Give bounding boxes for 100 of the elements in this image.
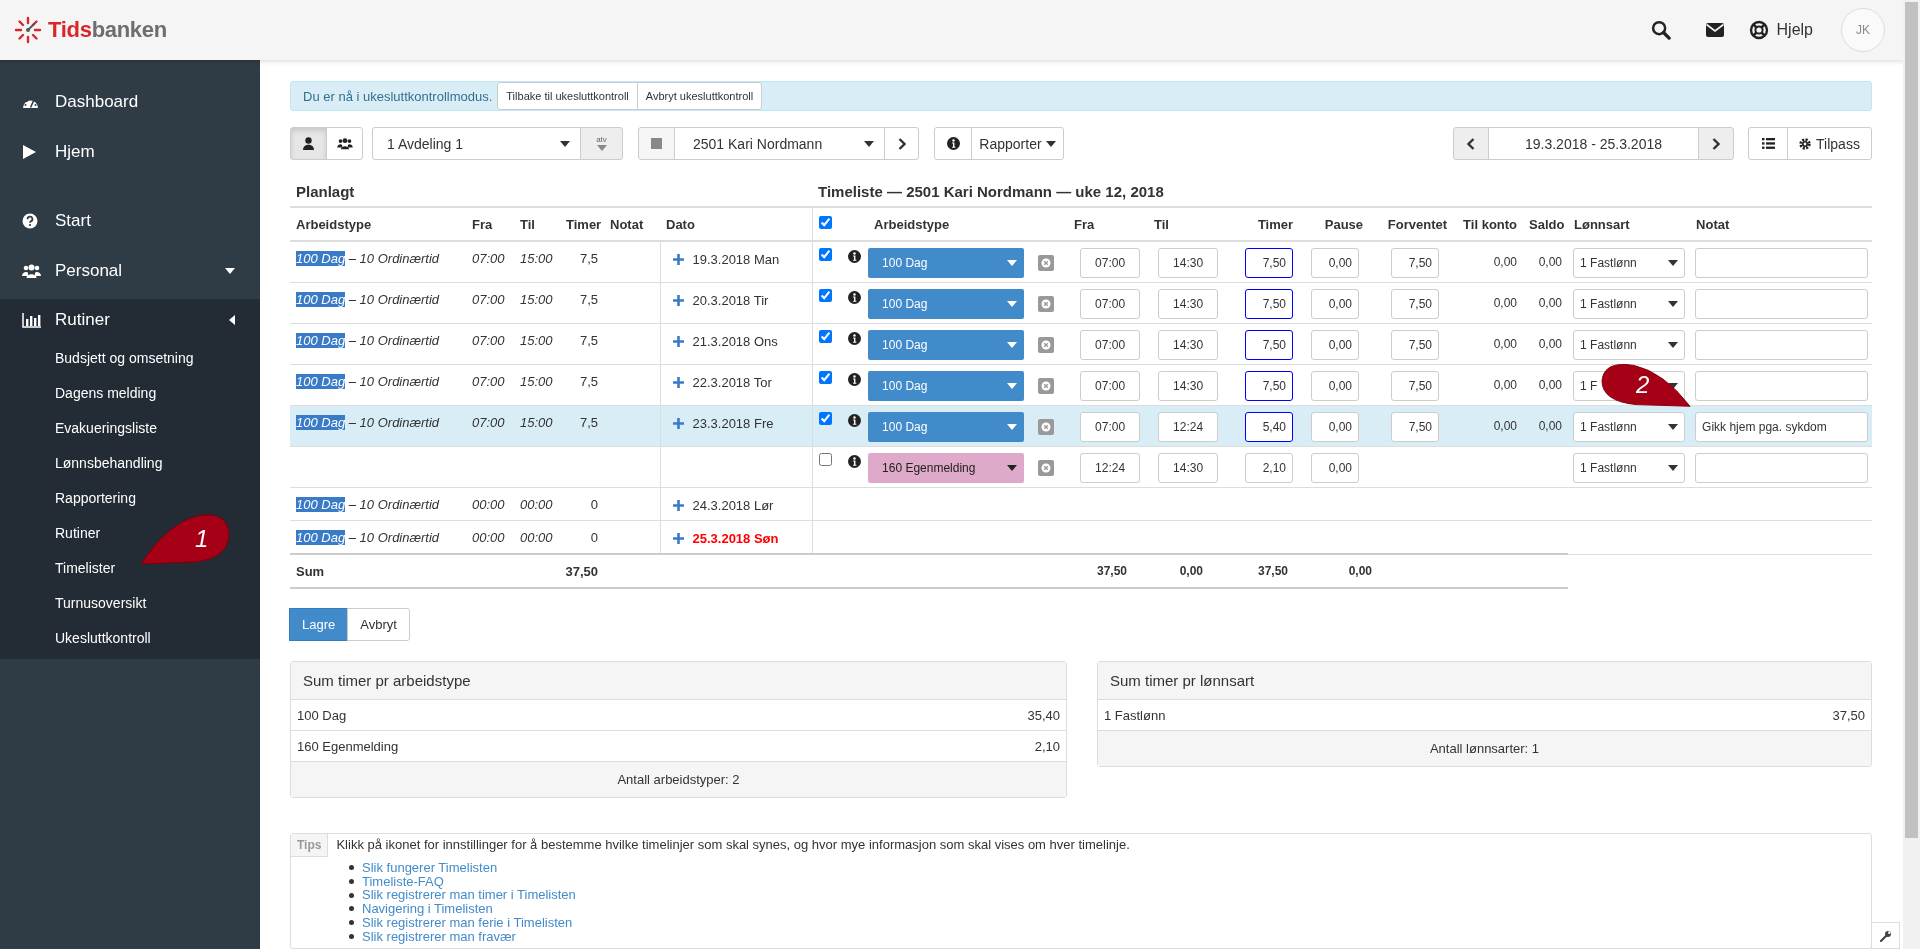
alert-button[interactable]: Tilbake til ukesluttkontroll (497, 82, 638, 110)
hours-field[interactable]: 7,50 (1245, 289, 1294, 319)
square-button[interactable] (638, 127, 675, 160)
expected-field[interactable]: 7,50 (1391, 412, 1440, 442)
nav-subitem[interactable]: Dagens melding (0, 376, 157, 411)
remove-icon[interactable] (1038, 255, 1055, 271)
nav-subitem[interactable]: Lønnsbehandling (0, 446, 163, 481)
wage-type-select[interactable]: 1 Fastlønn (1573, 330, 1686, 360)
help-link[interactable]: Slik fungerer Timelisten (362, 861, 498, 875)
group-view-button[interactable] (326, 127, 363, 160)
sort-button[interactable]: atv (580, 127, 623, 160)
remove-icon[interactable] (1038, 296, 1055, 312)
plus-icon[interactable] (672, 254, 684, 265)
plus-icon[interactable] (672, 500, 684, 511)
work-type-select[interactable]: 160 Egenmelding (868, 453, 1025, 483)
work-type-select[interactable]: 100 Dag (868, 289, 1025, 319)
row-checkbox[interactable] (818, 330, 832, 343)
remove-icon[interactable] (1038, 460, 1055, 476)
time-field[interactable]: 07:00 (1080, 330, 1141, 360)
pause-field[interactable]: 0,00 (1311, 371, 1360, 401)
info-icon[interactable] (848, 373, 862, 386)
hours-field[interactable]: 2,10 (1245, 453, 1294, 483)
help-link[interactable]: Slik registrerer man ferie i Timelisten (362, 915, 573, 930)
nav-item[interactable]: Rutiner (0, 299, 260, 341)
row-checkbox[interactable] (818, 248, 832, 261)
note-field[interactable] (1695, 371, 1869, 401)
help-link[interactable]: Timeliste-FAQ (362, 874, 444, 889)
plus-icon[interactable] (672, 336, 684, 347)
pause-field[interactable]: 0,00 (1311, 248, 1360, 278)
reports-button[interactable]: Rapporter (971, 127, 1064, 160)
list-button[interactable] (1748, 127, 1788, 160)
nav-subitem[interactable]: Rapportering (0, 481, 136, 516)
info-icon[interactable] (848, 250, 862, 263)
hours-field[interactable]: 7,50 (1245, 330, 1294, 360)
info-icon[interactable] (848, 291, 862, 304)
work-type-select[interactable]: 100 Dag (868, 412, 1025, 442)
person-view-button[interactable] (290, 127, 327, 160)
time-field[interactable]: 07:00 (1080, 371, 1141, 401)
nav-item[interactable]: Hjem (0, 127, 260, 177)
nav-item[interactable]: Dashboard (0, 77, 260, 127)
nav-item[interactable]: Personal (0, 246, 260, 296)
nav-subitem[interactable]: Ukesluttkontroll (0, 621, 151, 656)
period-display[interactable]: 19.3.2018 - 25.3.2018 (1488, 127, 1699, 160)
remove-icon[interactable] (1038, 378, 1055, 394)
time-field[interactable]: 14:30 (1158, 248, 1219, 278)
plus-icon[interactable] (672, 533, 684, 544)
time-field[interactable]: 07:00 (1080, 412, 1141, 442)
time-field[interactable]: 12:24 (1080, 453, 1141, 483)
time-field[interactable]: 07:00 (1080, 248, 1141, 278)
work-type-select[interactable]: 100 Dag (868, 248, 1025, 278)
hours-field[interactable]: 7,50 (1245, 248, 1294, 278)
help-link[interactable]: Hjelp (1776, 21, 1813, 39)
department-select[interactable]: 1 Avdeling 1 (372, 127, 581, 160)
expected-field[interactable]: 7,50 (1391, 330, 1440, 360)
info-button[interactable] (934, 127, 972, 160)
help-link[interactable]: Slik registrerer man fravær (362, 929, 516, 944)
help-link[interactable]: Navigering i Timelisten (362, 902, 493, 916)
row-checkbox[interactable] (818, 371, 832, 384)
plus-icon[interactable] (672, 377, 684, 388)
select-all-checkbox[interactable] (818, 216, 832, 229)
scrollbar-thumb[interactable] (1905, 2, 1918, 838)
time-field[interactable]: 14:30 (1158, 371, 1219, 401)
note-field[interactable] (1695, 453, 1869, 483)
row-checkbox[interactable] (818, 289, 832, 302)
wage-type-select[interactable]: 1 Fastlønn (1573, 412, 1686, 442)
pause-field[interactable]: 0,00 (1311, 289, 1360, 319)
time-field[interactable]: 07:00 (1080, 289, 1141, 319)
alert-button[interactable]: Avbryt ukesluttkontroll (636, 82, 763, 110)
tools-button[interactable] (1871, 922, 1900, 949)
help-link[interactable]: Slik registrerer man timer i Timelisten (362, 888, 576, 903)
note-field[interactable] (1695, 330, 1869, 360)
note-field[interactable] (1695, 248, 1869, 278)
nav-subitem[interactable]: Budsjett og omsetning (0, 341, 194, 376)
wage-type-select[interactable]: 1 Fastlønn (1573, 453, 1686, 483)
row-checkbox[interactable] (818, 453, 832, 466)
row-checkbox[interactable] (818, 412, 832, 425)
next-employee-button[interactable] (884, 127, 919, 160)
info-icon[interactable] (946, 137, 960, 150)
nav-subitem[interactable]: Rutiner (0, 516, 101, 551)
employee-select[interactable]: 2501 Kari Nordmann (674, 127, 885, 160)
pause-field[interactable]: 0,00 (1311, 412, 1360, 442)
wage-type-select[interactable]: 1 Fastlønn (1573, 248, 1686, 278)
pause-field[interactable]: 0,00 (1311, 453, 1360, 483)
expected-field[interactable]: 7,50 (1391, 371, 1440, 401)
time-field[interactable]: 14:30 (1158, 330, 1219, 360)
nav-item[interactable]: Start (0, 196, 260, 246)
expected-field[interactable]: 7,50 (1391, 289, 1440, 319)
info-icon[interactable] (848, 332, 862, 345)
plus-icon[interactable] (672, 418, 684, 429)
plus-icon[interactable] (672, 295, 684, 306)
next-week-button[interactable] (1698, 127, 1734, 160)
time-field[interactable]: 14:30 (1158, 453, 1219, 483)
time-field[interactable]: 12:24 (1158, 412, 1219, 442)
lifebuoy-icon[interactable] (1748, 20, 1769, 40)
info-icon[interactable] (848, 455, 862, 468)
nav-subitem[interactable]: Evakueringsliste (0, 411, 157, 446)
remove-icon[interactable] (1038, 419, 1055, 435)
work-type-select[interactable]: 100 Dag (868, 371, 1025, 401)
note-field[interactable]: Gikk hjem pga. sykdom (1695, 412, 1869, 442)
remove-icon[interactable] (1038, 337, 1055, 353)
